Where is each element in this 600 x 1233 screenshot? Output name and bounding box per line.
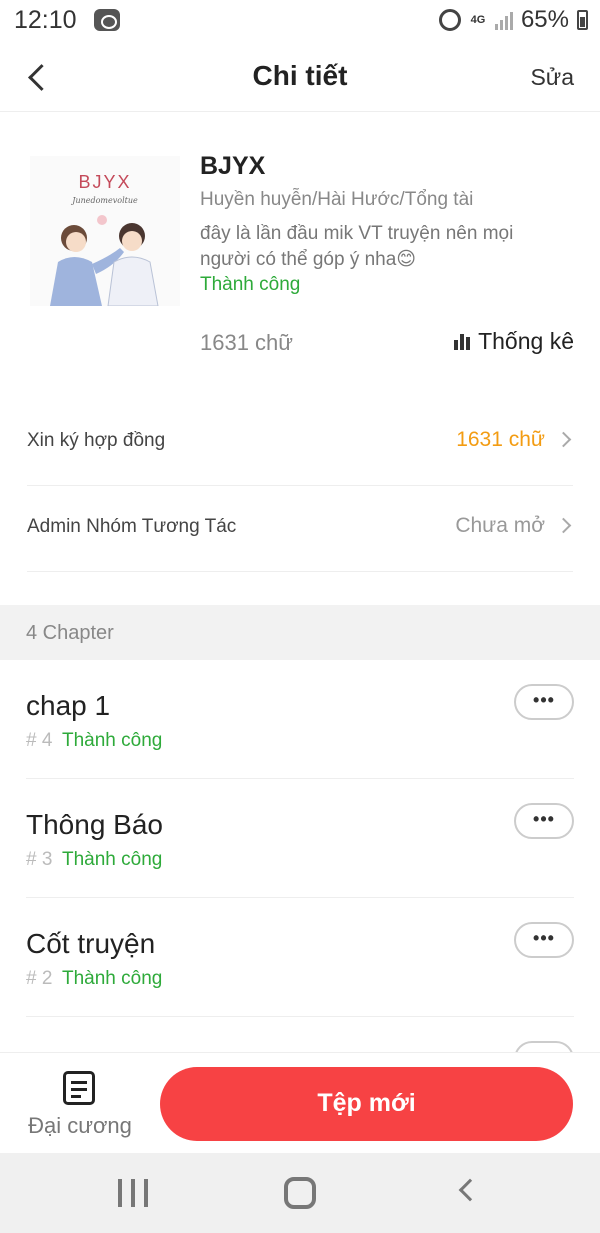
page-title: Chi tiết	[252, 60, 348, 91]
chapter-number: # 4	[26, 730, 53, 751]
more-dots-icon: •••	[533, 690, 555, 710]
book-status: Thành công	[200, 274, 301, 295]
edit-button[interactable]: Sửa	[530, 64, 574, 91]
back-nav-icon[interactable]	[458, 1178, 482, 1202]
video-app-icon	[94, 9, 120, 31]
status-icons: 4G 65%	[438, 6, 588, 34]
stats-button[interactable]: Thống kê	[454, 328, 574, 355]
admin-group-label: Admin Nhóm Tương Tác	[27, 516, 237, 537]
cover-illustration	[50, 215, 159, 306]
signal-icon	[494, 10, 513, 30]
chapters-header: 4 Chapter	[0, 605, 600, 660]
battery-icon	[577, 10, 588, 30]
chevron-right-icon	[555, 431, 572, 448]
contract-value: 1631 chữ	[456, 428, 545, 451]
chapter-title: chap 1	[26, 690, 111, 721]
battery-percent: 65%	[520, 6, 569, 33]
bottom-action-bar: Đại cương Tệp mới	[0, 1052, 600, 1152]
status-time: 12:10	[14, 6, 77, 34]
cover-title: BJYX	[78, 172, 132, 192]
more-dots-icon: •••	[533, 809, 555, 829]
contract-label: Xin ký hợp đồng	[27, 430, 166, 451]
outline-button[interactable]: Đại cương	[24, 1071, 136, 1141]
chapter-status: Thành công	[62, 849, 163, 870]
network-type-indicator: 4G	[470, 14, 486, 26]
contract-row[interactable]: Xin ký hợp đồng 1631 chữ	[27, 400, 573, 486]
chapter-item[interactable]: Cốt truyện # 2 Thành công •••	[26, 898, 574, 1017]
document-icon	[63, 1071, 95, 1105]
stats-label: Thống kê	[478, 328, 574, 354]
bar-chart-icon	[454, 333, 471, 350]
more-options-button[interactable]: •••	[514, 803, 574, 839]
chapter-title: Cốt truyện	[26, 928, 156, 959]
chapter-status: Thành công	[62, 968, 163, 989]
chapter-title: Thông Báo	[26, 809, 163, 840]
app-bar: Chi tiết Sửa	[0, 44, 600, 112]
word-count: 1631 chữ	[200, 330, 294, 355]
recent-apps-icon[interactable]	[118, 1179, 148, 1207]
chapter-item[interactable]: Thông Báo # 3 Thành công •••	[26, 779, 574, 898]
admin-group-value: Chưa mở	[455, 514, 545, 537]
chapter-item[interactable]: chap 1 # 4 Thành công •••	[26, 660, 574, 779]
book-cover: BJYX Junedomevoltue	[30, 156, 180, 306]
home-icon[interactable]	[284, 1177, 316, 1209]
book-description: đây là lần đầu mik VT truyện nên mọi ngư…	[200, 223, 514, 270]
more-dots-icon: •••	[533, 928, 555, 948]
outline-label: Đại cương	[28, 1113, 132, 1138]
admin-group-row[interactable]: Admin Nhóm Tương Tác Chưa mở	[27, 486, 573, 572]
chapters-count: 4 Chapter	[26, 622, 114, 644]
new-file-label: Tệp mới	[317, 1089, 416, 1117]
cover-subtitle: Junedomevoltue	[72, 196, 138, 205]
system-nav-bar	[0, 1153, 600, 1233]
chapter-number: # 2	[26, 968, 53, 989]
book-title: BJYX	[200, 152, 266, 180]
more-options-button[interactable]: •••	[514, 684, 574, 720]
alarm-icon	[438, 9, 461, 31]
chapter-number: # 3	[26, 849, 53, 870]
chevron-right-icon	[555, 517, 572, 534]
book-genre: Huyền huyễn/Hài Hước/Tổng tài	[200, 189, 474, 210]
more-options-button[interactable]: •••	[514, 922, 574, 958]
status-bar: 12:10 4G 65%	[0, 0, 600, 44]
chapter-status: Thành công	[62, 730, 163, 751]
new-file-button[interactable]: Tệp mới	[160, 1067, 573, 1141]
